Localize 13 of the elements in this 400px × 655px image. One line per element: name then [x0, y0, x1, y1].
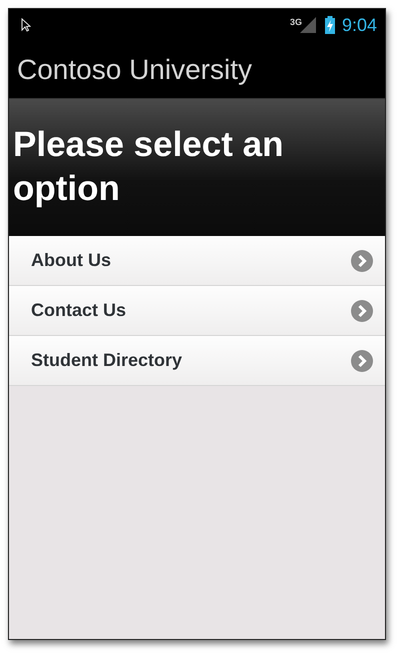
menu-item[interactable]: About Us	[9, 236, 385, 286]
page-heading: Please select an option	[13, 124, 284, 210]
battery-icon	[324, 16, 336, 34]
chevron-right-icon	[351, 350, 373, 372]
cursor-icon	[21, 18, 31, 32]
app-title: Contoso University	[17, 54, 252, 86]
chevron-right-icon	[351, 300, 373, 322]
network-type: 3G	[290, 17, 302, 27]
menu-item[interactable]: Contact Us	[9, 286, 385, 336]
clock-time: 9:04	[342, 14, 377, 36]
signal-icon	[300, 17, 316, 33]
chevron-right-icon	[351, 250, 373, 272]
menu-item[interactable]: Student Directory	[9, 336, 385, 386]
